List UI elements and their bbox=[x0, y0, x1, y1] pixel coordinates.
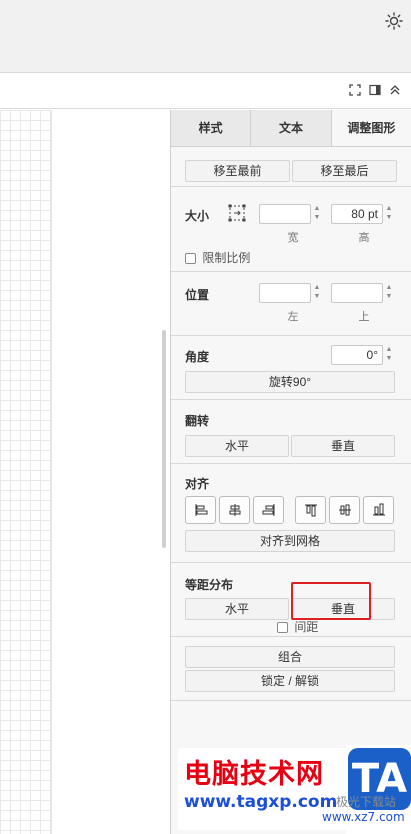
position-label: 位置 bbox=[185, 288, 210, 302]
watermark-logo-url: www.xz7.com bbox=[322, 810, 405, 824]
flip-vertical-button[interactable]: 垂直 bbox=[291, 435, 395, 457]
flip-section: 翻转 水平 垂直 bbox=[171, 400, 411, 464]
align-to-grid-button[interactable]: 对齐到网格 bbox=[185, 530, 395, 552]
fullscreen-icon[interactable] bbox=[349, 83, 361, 97]
rotate-90-button[interactable]: 旋转90° bbox=[185, 371, 395, 393]
top-bar bbox=[0, 0, 411, 73]
size-fit-icon[interactable] bbox=[227, 203, 247, 223]
position-section: 位置 ▲ ▼ ▲ ▼ 左 上 bbox=[171, 272, 411, 336]
format-tabs: 样式 文本 调整图形 bbox=[171, 110, 411, 147]
top-input[interactable] bbox=[331, 283, 383, 303]
watermark-logo-sub: 极光下载站 bbox=[336, 795, 397, 809]
constrain-checkbox[interactable] bbox=[185, 253, 196, 265]
to-back-button[interactable]: 移至最后 bbox=[292, 160, 397, 182]
height-label: 高 bbox=[358, 232, 370, 244]
angle-section: 角度 0° ▲ ▼ 旋转90° bbox=[171, 336, 411, 400]
align-middle-icon[interactable] bbox=[329, 496, 360, 524]
left-label: 左 bbox=[287, 311, 299, 323]
align-label: 对齐 bbox=[185, 477, 210, 491]
angle-input[interactable]: 0° bbox=[331, 345, 383, 365]
align-left-icon[interactable] bbox=[185, 496, 216, 524]
align-bottom-icon[interactable] bbox=[363, 496, 394, 524]
highlight-box bbox=[291, 582, 371, 620]
format-panel-toggle-icon[interactable] bbox=[369, 83, 381, 97]
tab-style[interactable]: 样式 bbox=[171, 110, 252, 146]
distribute-label: 等距分布 bbox=[185, 578, 234, 592]
left-spinner[interactable]: ▲ ▼ bbox=[312, 283, 322, 303]
width-label: 宽 bbox=[287, 232, 299, 244]
distribute-horizontal-button[interactable]: 水平 bbox=[185, 598, 289, 620]
constrain-label: 限制比例 bbox=[202, 251, 251, 265]
align-top-icon[interactable] bbox=[295, 496, 326, 524]
align-center-icon[interactable] bbox=[219, 496, 250, 524]
to-front-button[interactable]: 移至最前 bbox=[185, 160, 290, 182]
size-label: 大小 bbox=[185, 209, 210, 223]
align-right-icon[interactable] bbox=[253, 496, 284, 524]
constrain-proportions[interactable]: 限制比例 bbox=[185, 249, 250, 266]
watermark-title: 电脑技术网 bbox=[184, 759, 324, 790]
size-section: 大小 ▲ ▼ 80 pt ▲ ▼ 宽 高 限制比例 bbox=[171, 187, 411, 272]
align-section: 对齐 对齐到网格 bbox=[171, 464, 411, 563]
group-button[interactable]: 组合 bbox=[185, 646, 395, 668]
canvas-area[interactable] bbox=[53, 110, 170, 834]
arrange-section: 移至最前 移至最后 bbox=[171, 147, 411, 187]
width-spinner[interactable]: ▲ ▼ bbox=[312, 204, 322, 224]
theme-sun-icon[interactable] bbox=[385, 12, 403, 30]
lock-unlock-button[interactable]: 锁定 / 解锁 bbox=[185, 670, 395, 692]
drawing-canvas-grid[interactable] bbox=[0, 110, 52, 834]
watermark-url: www.tagxp.com bbox=[184, 792, 338, 812]
group-section: 组合 锁定 / 解锁 bbox=[171, 637, 411, 701]
top-spinner[interactable]: ▲ ▼ bbox=[384, 283, 394, 303]
spacing-label: 间距 bbox=[294, 620, 319, 634]
left-input[interactable] bbox=[259, 283, 311, 303]
secondary-toolbar bbox=[0, 74, 411, 109]
angle-spinner[interactable]: ▲ ▼ bbox=[384, 345, 394, 365]
format-panel: 样式 文本 调整图形 移至最前 移至最后 大小 ▲ ▼ 80 pt ▲ ▼ 宽 高 … bbox=[170, 110, 411, 834]
spacing-checkbox[interactable] bbox=[277, 622, 288, 634]
top-label: 上 bbox=[358, 311, 370, 323]
flip-label: 翻转 bbox=[185, 414, 210, 428]
height-input[interactable]: 80 pt bbox=[331, 204, 383, 224]
angle-label: 角度 bbox=[185, 350, 210, 364]
width-input[interactable] bbox=[259, 204, 311, 224]
height-spinner[interactable]: ▲ ▼ bbox=[384, 204, 394, 224]
tab-text[interactable]: 文本 bbox=[251, 110, 332, 146]
vertical-scrollbar[interactable] bbox=[162, 330, 166, 548]
flip-horizontal-button[interactable]: 水平 bbox=[185, 435, 289, 457]
tab-arrange[interactable]: 调整图形 bbox=[331, 110, 411, 146]
spacing-option[interactable]: 间距 bbox=[277, 618, 318, 635]
collapse-up-icon[interactable] bbox=[389, 83, 401, 97]
